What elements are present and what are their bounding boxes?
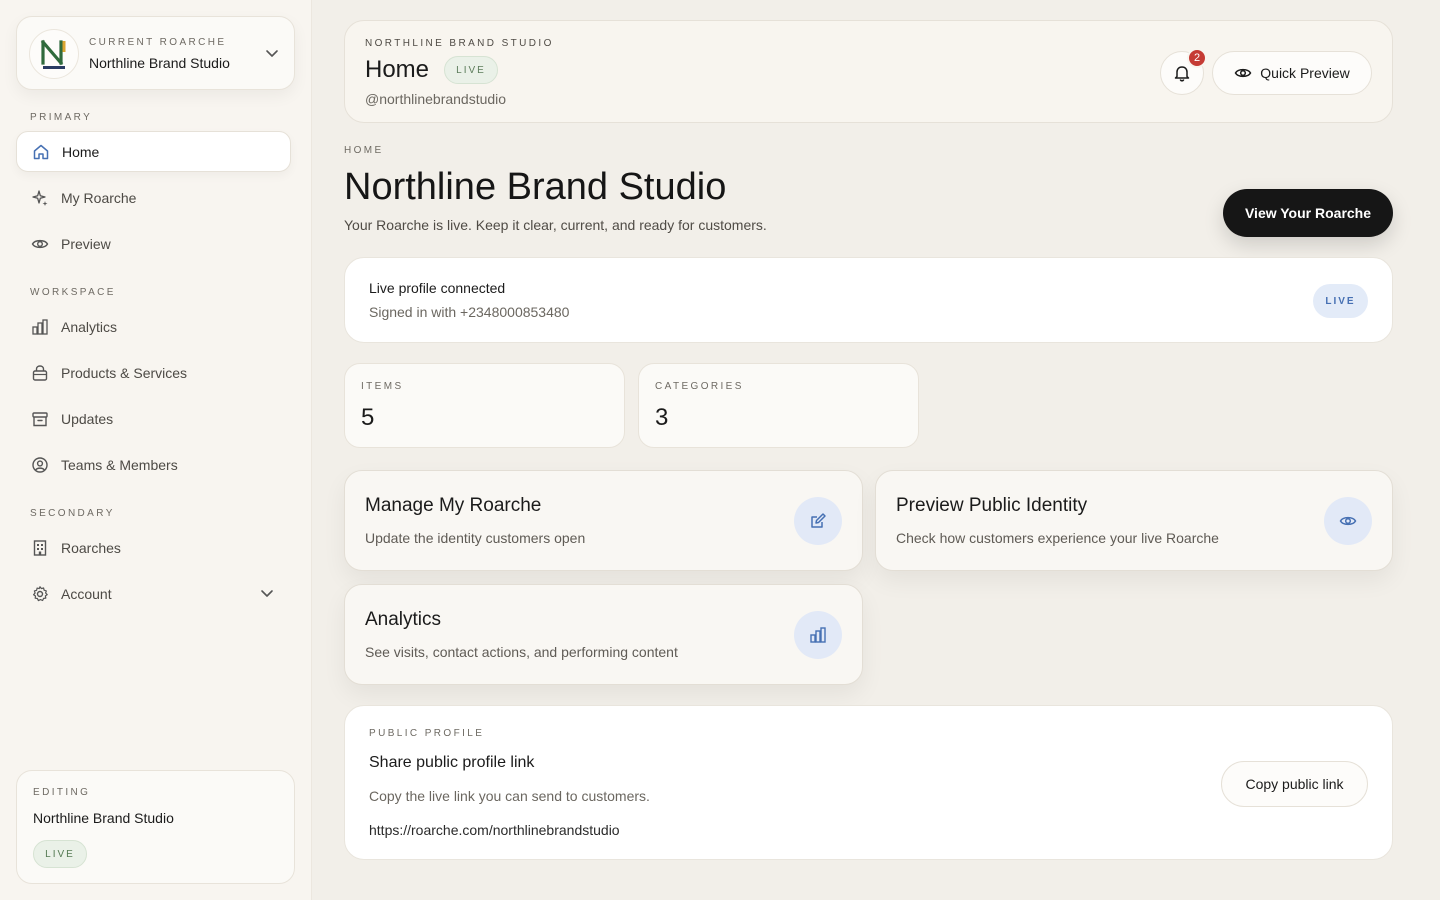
page-title: Northline Brand Studio [344,166,727,208]
notification-count-badge: 2 [1187,48,1207,68]
header-eyebrow: NORTHLINE BRAND STUDIO [365,38,554,49]
sidebar-item-home[interactable]: Home [16,131,291,172]
manage-my-roarche-card[interactable]: Manage My Roarche Update the identity cu… [344,470,863,571]
stat-label: CATEGORIES [655,381,744,392]
share-title: Share public profile link [369,754,535,771]
sparkle-icon [31,189,49,207]
action-title: Manage My Roarche [365,495,542,516]
sidebar-item-label: Preview [61,235,111,252]
sidebar-item-label: Updates [61,410,114,427]
eye-icon [31,235,49,253]
analytics-card[interactable]: Analytics See visits, contact actions, a… [344,584,863,685]
section-secondary: SECONDARY [30,508,115,519]
eye-icon [1234,64,1252,82]
sidebar-item-label: Home [62,143,100,160]
sidebar-item-account[interactable]: Account [16,573,291,614]
share-eyebrow: PUBLIC PROFILE [369,728,485,739]
sidebar-item-label: Teams & Members [61,456,178,473]
shopping-bag-icon [31,364,49,382]
connection-card: Live profile connected Signed in with +2… [344,257,1393,343]
view-your-roarche-button[interactable]: View Your Roarche [1223,189,1393,237]
stat-label: ITEMS [361,381,404,392]
sidebar-item-products-services[interactable]: Products & Services [16,352,291,393]
profile-handle: @northlinebrandstudio [365,91,507,107]
section-primary: PRIMARY [30,112,93,123]
sidebar-item-label: Analytics [61,318,118,335]
share-profile-card: PUBLIC PROFILE Share public profile link… [344,705,1393,860]
sidebar: CURRENT ROARCHE Northline Brand Studio P… [0,0,312,900]
chevron-down-icon[interactable] [259,585,275,604]
gear-icon [31,585,49,603]
archive-icon [31,410,49,428]
edit-icon [794,497,842,545]
header-title: Home [365,56,430,83]
breadcrumb: HOME [344,145,384,156]
building-icon [31,539,49,557]
roarche-switcher[interactable]: CURRENT ROARCHE Northline Brand Studio [16,16,295,90]
bell-icon [1173,64,1191,82]
sidebar-item-label: My Roarche [61,189,137,206]
bar-chart-icon [31,318,49,336]
status-badge: LIVE [33,840,87,868]
sidebar-item-updates[interactable]: Updates [16,398,291,439]
n-monogram-logo [29,29,79,79]
sidebar-item-preview[interactable]: Preview [16,223,291,264]
sidebar-item-my-roarche[interactable]: My Roarche [16,177,291,218]
sidebar-item-analytics[interactable]: Analytics [16,306,291,347]
quick-preview-button[interactable]: Quick Preview [1212,51,1372,95]
bar-chart-icon [794,611,842,659]
stat-value: 3 [655,404,669,431]
quick-preview-label: Quick Preview [1260,65,1350,81]
page-header: NORTHLINE BRAND STUDIO Home LIVE @northl… [344,20,1393,123]
chevron-down-icon[interactable] [264,45,280,66]
editing-label: EDITING [33,787,91,798]
stat-items: ITEMS 5 [344,363,625,448]
stat-categories: CATEGORIES 3 [638,363,919,448]
sidebar-item-teams-members[interactable]: Teams & Members [16,444,291,485]
editing-name: Northline Brand Studio [33,810,174,826]
connection-subtitle: Signed in with +2348000853480 [369,304,570,320]
stat-value: 5 [361,404,375,431]
eye-icon [1324,497,1372,545]
action-subtitle: Update the identity customers open [365,530,586,546]
current-roarche-name: Northline Brand Studio [89,55,230,71]
action-title: Preview Public Identity [896,495,1088,516]
page-subtitle: Your Roarche is live. Keep it clear, cur… [344,217,767,233]
action-subtitle: Check how customers experience your live… [896,530,1219,546]
public-profile-link[interactable]: https://roarche.com/northlinebrandstudio [369,822,620,838]
sidebar-item-label: Products & Services [61,364,188,381]
preview-public-identity-card[interactable]: Preview Public Identity Check how custom… [875,470,1393,571]
action-subtitle: See visits, contact actions, and perform… [365,644,678,660]
copy-public-link-button[interactable]: Copy public link [1221,761,1368,807]
user-circle-icon [31,456,49,474]
share-subtitle: Copy the live link you can send to custo… [369,788,650,804]
section-workspace: WORKSPACE [30,287,116,298]
current-roarche-label: CURRENT ROARCHE [89,37,227,48]
connection-title: Live profile connected [369,280,506,296]
sidebar-item-roarches[interactable]: Roarches [16,527,291,568]
status-badge: LIVE [1313,284,1368,318]
status-badge: LIVE [444,56,498,84]
sidebar-item-label: Account [61,585,112,602]
home-icon [32,143,50,161]
sidebar-item-label: Roarches [61,539,121,556]
action-title: Analytics [365,609,442,630]
editing-card: EDITING Northline Brand Studio LIVE [16,770,295,884]
